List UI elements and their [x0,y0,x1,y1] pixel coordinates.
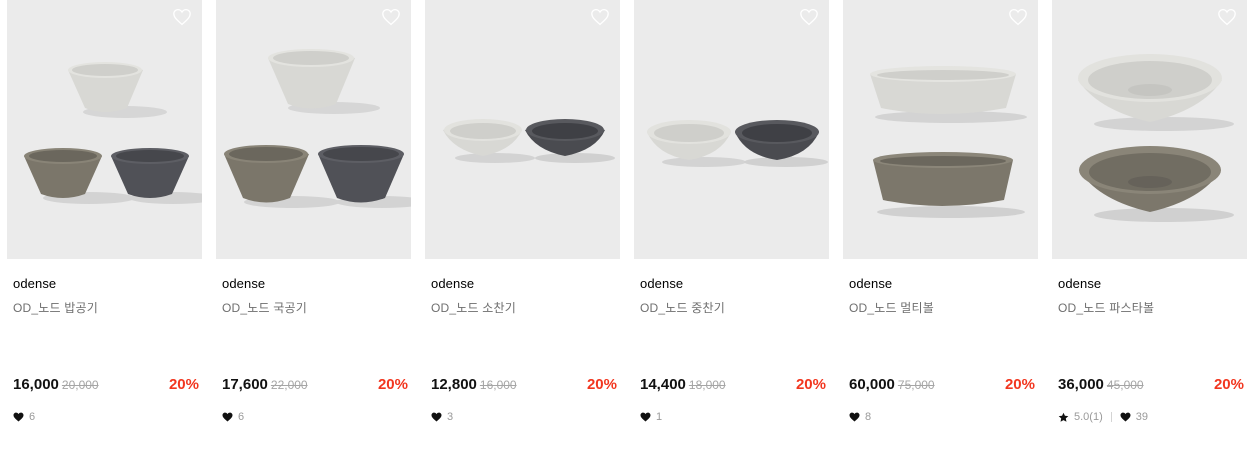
brand-name[interactable]: odense [431,276,474,291]
heart-filled-icon [13,412,24,422]
rating-value: 5.0(1) [1074,411,1103,423]
price-row: 14,400 18,000 20% [640,376,829,394]
heart-outline-icon[interactable] [590,8,610,26]
product-name[interactable]: OD_노드 중찬기 [640,299,725,316]
product-meta: 6 [13,410,35,424]
product-meta: 3 [431,410,453,424]
like-count-value: 6 [29,411,36,423]
bowl-set-image [647,120,828,167]
heart-filled-icon [222,412,233,422]
discount-rate: 20% [586,376,617,393]
original-price: 16,000 [479,378,517,392]
heart-filled-icon [431,412,442,422]
like-count: 3 [431,411,453,423]
bowl-set-image [443,119,615,163]
brand-name[interactable]: odense [222,276,265,291]
brand-name[interactable]: odense [13,276,56,291]
like-count: 39 [1120,411,1148,423]
product-image[interactable] [843,0,1038,259]
like-count: 8 [849,411,871,423]
sale-price: 17,600 22,000 [222,376,308,393]
like-count: 6 [13,411,35,423]
sale-price-value: 60,000 [849,376,895,393]
product-meta: 6 [222,410,244,424]
product-name[interactable]: OD_노드 밥공기 [13,299,98,316]
brand-name[interactable]: odense [640,276,683,291]
heart-outline-icon[interactable] [172,8,192,26]
price-row: 12,800 16,000 20% [431,376,620,394]
product-card[interactable]: odense OD_노드 멀티볼 60,000 75,000 20% 8 [843,0,1038,452]
product-card[interactable]: odense OD_노드 소찬기 12,800 16,000 20% 3 [425,0,620,452]
product-grid: odense OD_노드 밥공기 16,000 20,000 20% 6 ode… [7,0,1247,452]
original-price: 75,000 [897,378,935,392]
product-card[interactable]: odense OD_노드 파스타볼 36,000 45,000 20% 5.0(1… [1052,0,1247,452]
bowl-set-image [1078,54,1234,222]
discount-rate: 20% [795,376,826,393]
product-image[interactable] [7,0,202,259]
product-name[interactable]: OD_노드 멀티볼 [849,299,934,316]
product-name[interactable]: OD_노드 국공기 [222,299,307,316]
original-price: 45,000 [1106,378,1144,392]
like-count-value: 3 [447,411,454,423]
brand-name[interactable]: odense [1058,276,1101,291]
bowl-set-image [24,62,202,204]
meta-divider [1110,412,1112,422]
sale-price-value: 17,600 [222,376,268,393]
bowl-set-image [224,49,411,208]
product-image[interactable] [1052,0,1247,259]
star-filled-icon [1058,412,1069,422]
sale-price: 16,000 20,000 [13,376,99,393]
like-count: 6 [222,411,244,423]
sale-price-value: 16,000 [13,376,59,393]
bowl-set-image [870,66,1027,218]
price-row: 60,000 75,000 20% [849,376,1038,394]
like-count-value: 8 [865,411,872,423]
product-meta: 8 [849,410,871,424]
product-name[interactable]: OD_노드 파스타볼 [1058,299,1154,316]
like-count-value: 39 [1135,411,1148,423]
discount-rate: 20% [168,376,199,393]
sale-price-value: 36,000 [1058,376,1104,393]
heart-outline-icon[interactable] [1008,8,1028,26]
sale-price-value: 14,400 [640,376,686,393]
product-card[interactable]: odense OD_노드 중찬기 14,400 18,000 20% 1 [634,0,829,452]
product-image[interactable] [425,0,620,259]
sale-price: 14,400 18,000 [640,376,726,393]
price-row: 36,000 45,000 20% [1058,376,1247,394]
product-meta: 1 [640,410,662,424]
like-count: 1 [640,411,662,423]
product-card[interactable]: odense OD_노드 국공기 17,600 22,000 20% 6 [216,0,411,452]
product-meta: 5.0(1) 39 [1058,410,1148,424]
original-price: 22,000 [270,378,308,392]
heart-filled-icon [640,412,651,422]
price-row: 17,600 22,000 20% [222,376,411,394]
product-name[interactable]: OD_노드 소찬기 [431,299,516,316]
heart-filled-icon [849,412,860,422]
heart-outline-icon[interactable] [381,8,401,26]
product-image[interactable] [634,0,829,259]
like-count-value: 6 [238,411,245,423]
brand-name[interactable]: odense [849,276,892,291]
product-card[interactable]: odense OD_노드 밥공기 16,000 20,000 20% 6 [7,0,202,452]
sale-price: 36,000 45,000 [1058,376,1144,393]
heart-outline-icon[interactable] [799,8,819,26]
heart-outline-icon[interactable] [1217,8,1237,26]
sale-price-value: 12,800 [431,376,477,393]
original-price: 20,000 [61,378,99,392]
discount-rate: 20% [377,376,408,393]
original-price: 18,000 [688,378,726,392]
sale-price: 12,800 16,000 [431,376,517,393]
product-image[interactable] [216,0,411,259]
rating: 5.0(1) [1058,411,1103,423]
discount-rate: 20% [1004,376,1035,393]
sale-price: 60,000 75,000 [849,376,935,393]
heart-filled-icon [1120,412,1131,422]
discount-rate: 20% [1213,376,1244,393]
like-count-value: 1 [656,411,663,423]
price-row: 16,000 20,000 20% [13,376,202,394]
